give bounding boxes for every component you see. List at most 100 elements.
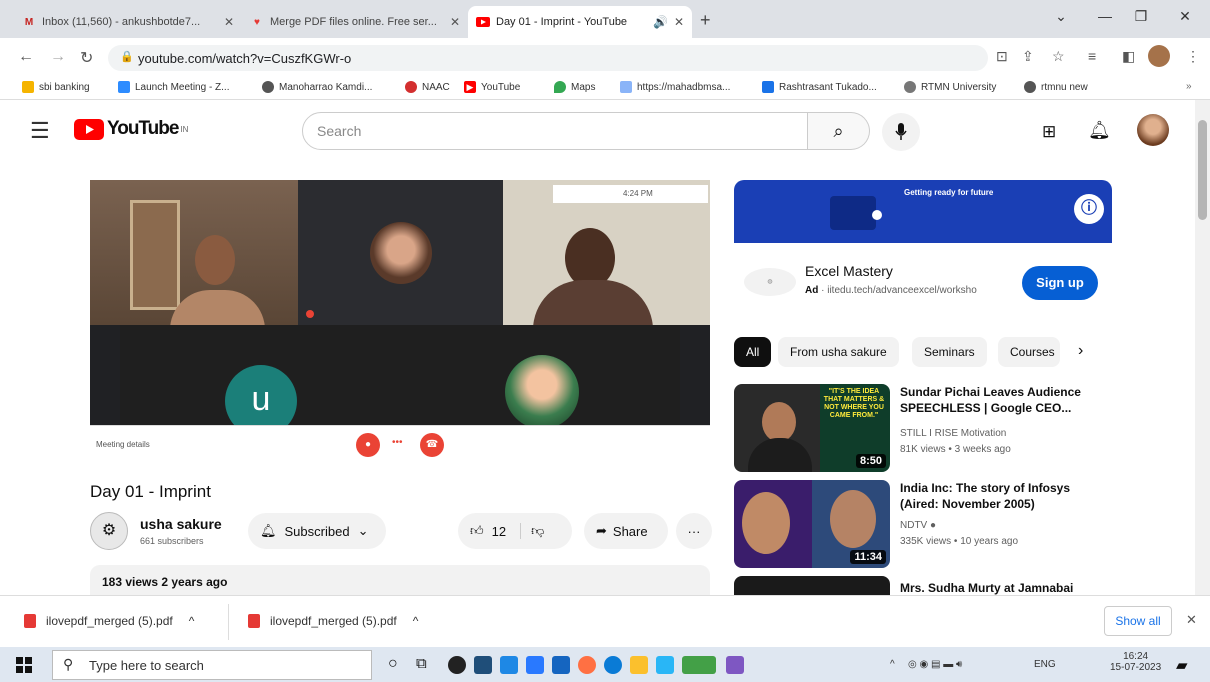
profile-avatar[interactable] [1148, 45, 1170, 67]
extensions-icon[interactable]: ≡ [1088, 48, 1096, 64]
audio-icon[interactable]: 🔊 [653, 15, 668, 29]
chevron-up-icon[interactable]: ^ [413, 614, 419, 628]
close-tab-icon[interactable]: ✕ [450, 15, 460, 29]
chip-seminars[interactable]: Seminars [912, 337, 987, 367]
file-explorer-icon[interactable] [630, 656, 648, 674]
new-tab-button[interactable]: + [700, 10, 711, 31]
minimize-button[interactable]: — [1090, 8, 1120, 24]
create-video-icon[interactable]: ⊞ [1042, 122, 1056, 142]
recommendation-item[interactable]: 11:34 India Inc: The story of Infosys (A… [734, 480, 1194, 568]
tray-icons[interactable]: ◎ ◉ ▤ ▬ 🔊︎ [908, 659, 962, 670]
taskbar-search-input[interactable]: ⚲ Type here to search [52, 650, 372, 680]
more-actions-button[interactable]: ··· [676, 513, 712, 549]
hamburger-menu-icon[interactable]: ☰ [30, 118, 50, 144]
bookmark-item[interactable]: Launch Meeting - Z... [118, 81, 230, 93]
sign-up-button[interactable]: Sign up [1022, 266, 1098, 300]
bookmark-item[interactable]: rtmnu new [1024, 81, 1088, 93]
video-thumbnail[interactable]: "IT'S THE IDEA THAT MATTERS & NOT WHERE … [734, 384, 890, 472]
channel-name[interactable]: usha sakure [140, 516, 222, 532]
google-lens-icon[interactable]: ⊡ [996, 48, 1008, 65]
app-icon[interactable] [552, 656, 570, 674]
chip-all[interactable]: All [734, 337, 772, 367]
language-indicator[interactable]: ENG [1034, 659, 1056, 670]
more-bookmarks-icon[interactable]: » [1186, 81, 1192, 92]
video-thumbnail[interactable] [734, 576, 890, 595]
url-bar[interactable]: 🔒 youtube.com/watch?v=CuszfKGWr-o [108, 45, 988, 71]
side-panel-icon[interactable]: ◧ [1122, 48, 1135, 65]
bookmark-star-icon[interactable]: ☆ [1052, 48, 1065, 65]
mic-toggle-button[interactable]: ● [356, 433, 380, 457]
bookmark-item[interactable]: RTMN University [904, 81, 996, 93]
chevron-up-icon[interactable]: ^ [189, 614, 195, 628]
recommendation-title[interactable]: Sundar Pichai Leaves Audience SPEECHLESS… [900, 384, 1100, 416]
clock[interactable]: 16:24 15-07-2023 [1110, 651, 1161, 673]
app-icon[interactable] [726, 656, 744, 674]
bookmark-item[interactable]: sbi banking [22, 81, 90, 93]
video-thumbnail[interactable]: 11:34 [734, 480, 890, 568]
excel-icon[interactable] [682, 656, 716, 674]
recommendation-title[interactable]: India Inc: The story of Infosys (Aired: … [900, 480, 1100, 512]
show-all-button[interactable]: Show all [1104, 606, 1172, 636]
ad-banner[interactable]: Getting ready for future ⓘ [734, 180, 1112, 243]
zoom-icon[interactable] [526, 656, 544, 674]
search-input[interactable]: Search [302, 112, 808, 150]
close-tab-icon[interactable]: ✕ [224, 15, 234, 29]
maximize-button[interactable]: ❐ [1126, 8, 1156, 25]
ad-title[interactable]: Excel Mastery [805, 263, 893, 279]
close-tab-icon[interactable]: ✕ [674, 15, 684, 29]
reload-icon[interactable]: ↻ [80, 48, 93, 68]
account-avatar[interactable] [1137, 114, 1169, 146]
recommendation-item[interactable]: Mrs. Sudha Murty at Jamnabai [734, 576, 1194, 595]
thumbs-down-icon[interactable]: 👎︎ [520, 523, 544, 539]
show-hidden-icons[interactable]: ^ [890, 659, 895, 670]
scrollbar-thumb[interactable] [1198, 120, 1207, 220]
bookmark-item[interactable]: Manoharrao Kamdi... [262, 81, 372, 93]
tab-search-icon[interactable]: ⌄ [1046, 8, 1076, 25]
store-icon[interactable] [474, 656, 492, 674]
thumbs-up-icon[interactable]: 👍︎ [470, 523, 484, 539]
subscribed-button[interactable]: 🔔︎ Subscribed ⌄ [248, 513, 386, 549]
back-icon[interactable]: ← [18, 48, 34, 66]
more-options-icon[interactable]: ••• [392, 437, 403, 448]
share-page-icon[interactable]: ⇪ [1022, 48, 1034, 65]
chevron-right-icon[interactable]: › [1078, 342, 1083, 360]
chip-courses[interactable]: Courses [998, 337, 1060, 367]
task-view-icon[interactable]: ⧉ [416, 655, 427, 672]
channel-avatar[interactable]: ⚙ [90, 512, 128, 550]
bookmark-item[interactable]: Rashtrasant Tukado... [762, 81, 877, 93]
recommendation-channel[interactable]: NDTV ● [900, 520, 936, 531]
search-button[interactable]: ⌕ [808, 112, 870, 150]
windows-start-icon[interactable] [16, 657, 32, 678]
tab-merge-pdf[interactable]: ♥ Merge PDF files online. Free ser... ✕ [242, 6, 468, 38]
youtube-logo[interactable]: YouTube IN [74, 118, 188, 140]
video-player[interactable]: 4:24 PM u [90, 180, 710, 465]
share-button[interactable]: ➦ Share [584, 513, 668, 549]
bookmark-item[interactable]: ▶ YouTube [464, 81, 520, 93]
download-item[interactable]: ilovepdf_merged (5).pdf ^ [24, 614, 194, 628]
bookmark-item[interactable]: Maps [554, 81, 595, 93]
chip-from-channel[interactable]: From usha sakure [778, 337, 899, 367]
download-item[interactable]: ilovepdf_merged (5).pdf ^ [248, 614, 418, 628]
bookmark-item[interactable]: https://mahadbmsa... [620, 81, 730, 93]
bookmark-item[interactable]: NAAC [405, 81, 450, 93]
recommendation-title[interactable]: Mrs. Sudha Murty at Jamnabai [900, 580, 1100, 595]
cortana-icon[interactable]: ○ [388, 655, 398, 673]
recommendation-item[interactable]: "IT'S THE IDEA THAT MATTERS & NOT WHERE … [734, 384, 1194, 472]
close-downloads-icon[interactable]: ✕ [1186, 612, 1197, 628]
forward-icon[interactable]: → [50, 48, 66, 66]
voice-search-button[interactable] [882, 113, 920, 151]
notification-center-icon[interactable]: ▰ [1176, 656, 1188, 674]
app-icon[interactable] [500, 656, 518, 674]
app-icon[interactable] [448, 656, 466, 674]
close-window-button[interactable]: ✕ [1170, 8, 1200, 25]
meeting-details[interactable]: Meeting details [96, 440, 150, 449]
edge-icon[interactable] [604, 656, 622, 674]
chrome-icon[interactable] [578, 656, 596, 674]
notifications-bell-icon[interactable]: 🔔︎ [1088, 120, 1111, 141]
menu-dots-icon[interactable]: ⋮ [1186, 48, 1200, 65]
recommendation-channel[interactable]: STILL I RISE Motivation [900, 428, 1006, 439]
ad-info-icon[interactable]: ⓘ [1074, 194, 1104, 224]
end-call-button[interactable]: ☎ [420, 433, 444, 457]
app-icon[interactable] [656, 656, 674, 674]
page-scrollbar[interactable] [1195, 100, 1210, 595]
